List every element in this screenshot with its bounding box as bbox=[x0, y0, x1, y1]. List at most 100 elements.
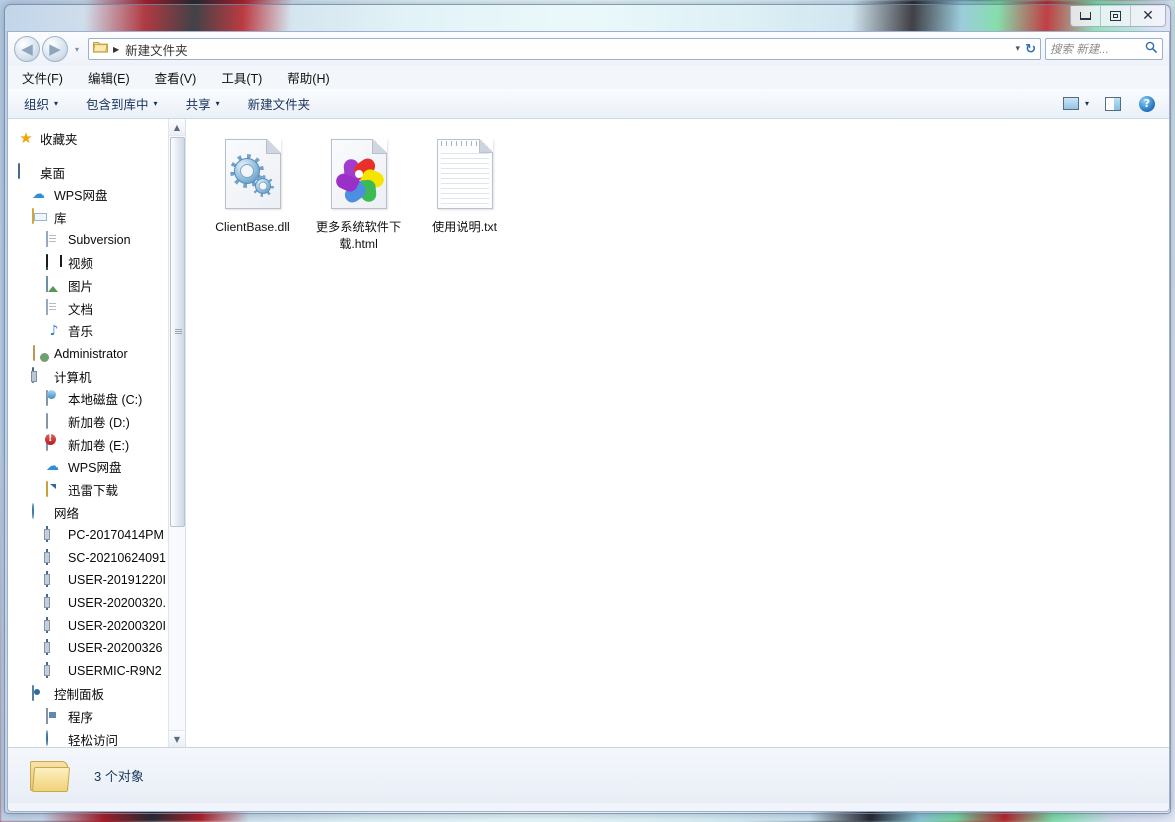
window-body: ◀ ▶ ▾ ▶ 新建文件夹 ▾ ↻ 搜索 新建... 文件(F) 编辑(E) 查… bbox=[7, 31, 1170, 812]
chevron-up-icon: ▲ bbox=[173, 122, 181, 132]
history-dropdown-button[interactable]: ▾ bbox=[70, 45, 84, 54]
breadcrumb[interactable]: 新建文件夹 bbox=[125, 40, 188, 59]
breadcrumb-separator-icon: ▶ bbox=[113, 44, 120, 54]
network-icon bbox=[32, 503, 48, 520]
menu-item-edit[interactable]: 编辑(E) bbox=[88, 68, 130, 87]
navigation-tree: ★ 收藏夹桌面 ☁ WPS网盘库 Subversion 视频图片 文档 ♪ 音乐 Administ… bbox=[8, 119, 185, 747]
change-view-button[interactable] bbox=[1061, 95, 1081, 113]
include-in-library-button[interactable]: 包含到库中 ▾ bbox=[86, 94, 158, 113]
scroll-down-button[interactable]: ▼ bbox=[169, 730, 185, 747]
sidebar-item-3[interactable]: 库 bbox=[8, 206, 185, 229]
sidebar-item-label: USER-20200320. bbox=[68, 596, 166, 611]
sidebar-item-label: USER-20200320I bbox=[68, 618, 166, 633]
sidebar-item-19[interactable]: USER-20191220I bbox=[8, 569, 185, 592]
minimize-button[interactable] bbox=[1071, 6, 1101, 26]
sidebar-item-label: 轻松访问 bbox=[68, 733, 119, 747]
sidebar-item-23[interactable]: USERMIC-R9N2 bbox=[8, 660, 185, 683]
file-item-clientbase-dll[interactable]: ClientBase.dll bbox=[200, 135, 305, 253]
sidebar-item-21[interactable]: USER-20200320I bbox=[8, 614, 185, 637]
navigation-pane: ★ 收藏夹桌面 ☁ WPS网盘库 Subversion 视频图片 文档 ♪ 音乐 Administ… bbox=[8, 119, 186, 747]
address-bar[interactable]: ▶ 新建文件夹 ▾ ↻ bbox=[88, 38, 1041, 60]
sidebar-item-22[interactable]: USER-20200326 bbox=[8, 637, 185, 660]
user-icon bbox=[32, 344, 48, 362]
sidebar-item-label: WPS网盘 bbox=[54, 189, 108, 204]
sidebar-item-label: 本地磁盘 (C:) bbox=[68, 393, 143, 408]
organize-button[interactable]: 组织 ▾ bbox=[24, 94, 58, 113]
view-icon bbox=[1062, 97, 1079, 110]
cloud-icon: ☁ bbox=[32, 186, 45, 202]
file-list[interactable]: ClientBase.dll 更多系统软件下载.html 使用说明.txt bbox=[186, 119, 1169, 747]
sidebar-item-26[interactable]: 轻松访问 bbox=[8, 728, 185, 747]
star-icon: ★ bbox=[19, 129, 33, 148]
sidebar-item-8[interactable]: ♪ 音乐 bbox=[8, 320, 185, 343]
share-button[interactable]: 共享 ▾ bbox=[186, 94, 220, 113]
refresh-icon[interactable]: ↻ bbox=[1025, 41, 1036, 57]
menu-item-tools[interactable]: 工具(T) bbox=[221, 68, 262, 87]
back-button[interactable]: ◀ bbox=[14, 36, 40, 62]
sidebar-item-11[interactable]: 本地磁盘 (C:) bbox=[8, 388, 185, 411]
sidebar-item-1[interactable]: 桌面 bbox=[8, 161, 185, 184]
sidebar-item-18[interactable]: SC-20210624091 bbox=[8, 546, 185, 569]
programs-icon bbox=[46, 707, 62, 725]
address-dropdown-icon[interactable]: ▾ bbox=[1015, 44, 1020, 54]
sidebar-item-15[interactable]: 迅雷下载 bbox=[8, 478, 185, 501]
forward-button[interactable]: ▶ bbox=[42, 36, 68, 62]
folder-icon bbox=[30, 759, 72, 793]
maximize-button[interactable] bbox=[1101, 6, 1131, 26]
file-item-txt[interactable]: 使用说明.txt bbox=[412, 135, 517, 253]
sidebar-item-label: 新加卷 (D:) bbox=[68, 416, 130, 431]
scrollbar-grip-icon bbox=[175, 329, 182, 335]
folder-icon bbox=[93, 40, 108, 58]
sidebar-item-0[interactable]: ★ 收藏夹 bbox=[8, 127, 185, 150]
network-computer-icon bbox=[46, 571, 62, 588]
sidebar-item-label: 音乐 bbox=[68, 325, 94, 340]
sidebar-item-10[interactable]: 计算机 bbox=[8, 365, 185, 388]
sidebar-item-2[interactable]: ☁ WPS网盘 bbox=[8, 183, 185, 206]
help-button[interactable]: ? bbox=[1137, 95, 1157, 113]
network-computer-icon bbox=[46, 662, 62, 679]
organize-label: 组织 bbox=[24, 98, 50, 112]
sidebar-item-label: 程序 bbox=[68, 711, 94, 726]
sidebar-item-20[interactable]: USER-20200320. bbox=[8, 592, 185, 615]
view-dropdown-icon[interactable]: ▾ bbox=[1085, 99, 1089, 108]
menu-item-help[interactable]: 帮助(H) bbox=[287, 68, 329, 87]
help-icon: ? bbox=[1139, 95, 1155, 112]
scrollbar-thumb[interactable] bbox=[170, 137, 185, 527]
sidebar-item-6[interactable]: 图片 bbox=[8, 274, 185, 297]
file-item-html[interactable]: 更多系统软件下载.html bbox=[306, 135, 411, 253]
text-notepad-icon bbox=[412, 139, 517, 215]
chevron-down-icon: ▾ bbox=[54, 99, 59, 108]
sidebar-item-12[interactable]: 新加卷 (D:) bbox=[8, 410, 185, 433]
network-computer-icon bbox=[46, 616, 62, 634]
minimize-icon bbox=[1080, 12, 1091, 20]
sidebar-item-7[interactable]: 文档 bbox=[8, 297, 185, 320]
sidebar-item-14[interactable]: ☁ WPS网盘 bbox=[8, 456, 185, 479]
sidebar-item-16[interactable]: 网络 bbox=[8, 501, 185, 524]
sidebar-item-5[interactable]: 视频 bbox=[8, 251, 185, 274]
new-folder-button[interactable]: 新建文件夹 bbox=[248, 94, 311, 113]
close-button[interactable]: ✕ bbox=[1131, 6, 1165, 26]
sidebar-item-4[interactable]: Subversion bbox=[8, 229, 185, 252]
sidebar-item-label: 视频 bbox=[68, 257, 94, 272]
menu-item-view[interactable]: 查看(V) bbox=[155, 68, 197, 87]
sidebar-item-label: 收藏夹 bbox=[40, 132, 78, 147]
sidebar-item-24[interactable]: 控制面板 bbox=[8, 683, 185, 706]
sidebar-item-label: USER-20191220I bbox=[68, 573, 166, 588]
sidebar-scrollbar[interactable]: ▲ ▼ bbox=[168, 119, 185, 747]
preview-pane-button[interactable] bbox=[1103, 95, 1123, 113]
title-bar: ✕ bbox=[5, 5, 1170, 31]
scroll-up-button[interactable]: ▲ bbox=[169, 119, 185, 136]
document-icon bbox=[46, 299, 62, 316]
sidebar-item-label: USERMIC-R9N2 bbox=[68, 664, 162, 679]
search-box[interactable]: 搜索 新建... bbox=[1045, 38, 1163, 60]
sidebar-item-25[interactable]: 程序 bbox=[8, 705, 185, 728]
sidebar-item-17[interactable]: PC-20170414PM bbox=[8, 524, 185, 547]
harddisk-alert-icon bbox=[46, 435, 62, 452]
sidebar-item-13[interactable]: 新加卷 (E:) bbox=[8, 433, 185, 456]
search-input[interactable]: 搜索 新建... bbox=[1050, 41, 1109, 57]
picture-icon bbox=[46, 276, 62, 293]
menu-item-file[interactable]: 文件(F) bbox=[22, 68, 63, 87]
sidebar-item-9[interactable]: Administrator bbox=[8, 342, 185, 365]
include-in-library-label: 包含到库中 bbox=[86, 98, 149, 112]
document-icon bbox=[46, 231, 62, 248]
